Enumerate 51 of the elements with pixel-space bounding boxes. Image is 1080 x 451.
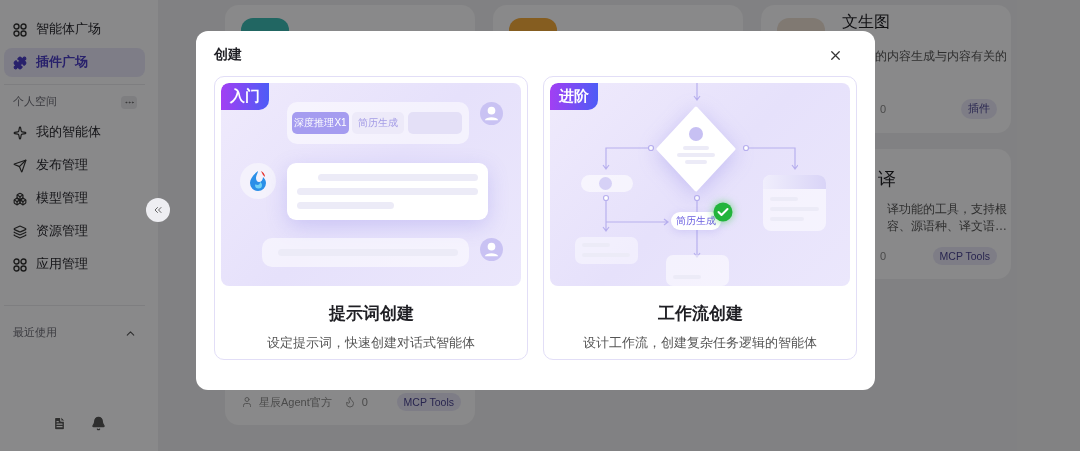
- plugin-title: 文生图: [842, 12, 890, 32]
- grid-icon: [13, 257, 27, 272]
- section-title: 个人空间: [13, 95, 57, 109]
- connector-arrow: [602, 144, 655, 170]
- sidebar-item[interactable]: 应用管理: [4, 250, 145, 279]
- collapse-button[interactable]: [146, 198, 170, 222]
- user-avatar-icon: [480, 102, 503, 125]
- category-tag: MCP Tools: [932, 247, 997, 265]
- option-description: 设定提示词，快速创建对话式智能体: [267, 335, 475, 352]
- connector-arrow: [742, 144, 798, 170]
- level-badge: 入门: [221, 83, 269, 110]
- user-avatar-icon: [480, 238, 503, 261]
- author-name: 星辰Agent官方: [259, 394, 332, 410]
- category-tag: MCP Tools: [396, 393, 461, 411]
- plugin-description: 的内容生成与内容有关的: [875, 48, 1007, 65]
- section-title: 最近使用: [13, 326, 57, 340]
- grid-icon: [13, 22, 27, 37]
- flame-logo-icon: [240, 163, 276, 199]
- sidebar-item[interactable]: 发布管理: [4, 151, 145, 180]
- step-node: [666, 255, 729, 286]
- puzzle-icon: [13, 55, 27, 70]
- sidebar-item[interactable]: 模型管理: [4, 184, 145, 213]
- sidebar-item[interactable]: 插件广场: [4, 48, 145, 77]
- sidebar-item[interactable]: 资源管理: [4, 217, 145, 246]
- option-title: 工作流创建: [657, 303, 743, 325]
- sidebar-item[interactable]: 我的智能体: [4, 118, 145, 147]
- sparkle-icon: [13, 125, 27, 140]
- plugin-description: 容、源语种、译文语…: [887, 218, 1007, 235]
- toggle-node: [581, 175, 633, 192]
- document-icon[interactable]: [52, 416, 67, 431]
- plugin-description: 译功能的工具，支持根: [887, 201, 1007, 218]
- send-icon: [13, 158, 27, 173]
- dialog-title: 创建: [214, 46, 242, 64]
- layers-icon: [13, 224, 27, 239]
- option-title: 提示词创建: [328, 303, 414, 325]
- connector-arrow: [602, 194, 669, 232]
- chevrons-left-icon: [152, 204, 164, 216]
- plugin-title: 译: [878, 168, 896, 191]
- bell-icon[interactable]: [91, 416, 106, 431]
- flame-icon: [343, 396, 356, 408]
- sidebar-item[interactable]: 智能体广场: [4, 15, 145, 44]
- option-description: 设计工作流，创建复杂任务逻辑的智能体: [583, 335, 817, 352]
- usage-count: 0: [361, 396, 368, 408]
- user-icon: [241, 396, 253, 408]
- boxes-icon: [13, 191, 27, 206]
- option-card[interactable]: 进阶 简历生成 工作流创建 设计工作流，创建复杂任务逻辑的智能体: [543, 76, 857, 360]
- connector-arrow: [693, 83, 701, 101]
- node-label: 简历生成: [671, 212, 721, 230]
- panel-node: [763, 175, 826, 231]
- category-tag: 插件: [961, 99, 997, 119]
- level-badge: 进阶: [550, 83, 598, 110]
